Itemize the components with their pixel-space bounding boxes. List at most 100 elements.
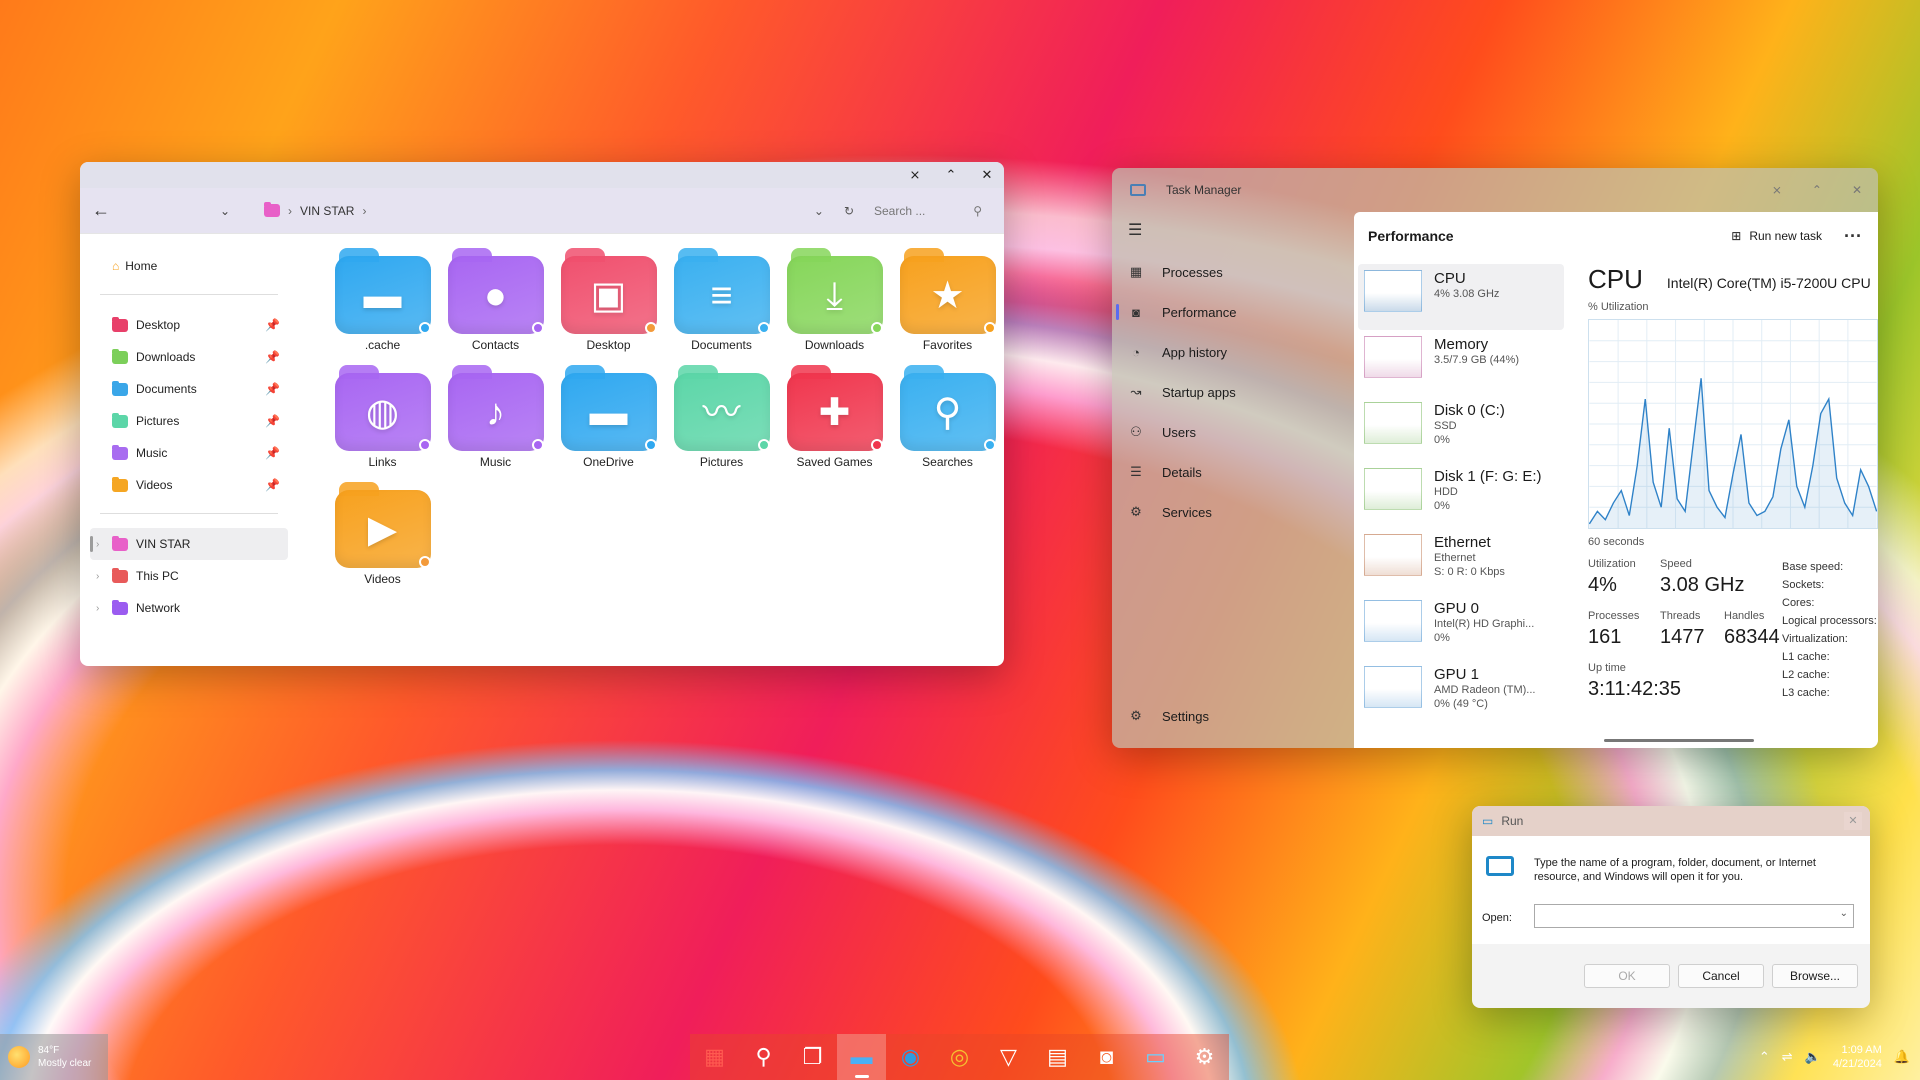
file-explorer-window: ⨯ ⌃ ✕ ← ⌄ › VIN STAR › ⌄ ↻ Search ... ⚲ … [80, 162, 1004, 666]
resource-item[interactable]: Disk 1 (F: G: E:) HDD 0% [1358, 462, 1564, 528]
taskbar-chrome-button[interactable]: ◎ [935, 1034, 984, 1080]
taskbar-edge-button[interactable]: ◉ [886, 1034, 935, 1080]
sidebar-item-app-history[interactable]: ◔ App history [1112, 332, 1354, 372]
weather-description: Mostly clear [38, 1058, 92, 1069]
folder-tile[interactable]: ⤓ Downloads [778, 248, 891, 365]
folder-glyph-icon: ▬ [589, 392, 628, 434]
notification-bell-icon[interactable]: 🔔 [1894, 1049, 1910, 1065]
clock[interactable]: 1:09 AM 4/21/2024 [1833, 1043, 1882, 1071]
search-box[interactable]: Search ... ⚲ [874, 204, 982, 218]
minimize-button[interactable]: ⨯ [908, 168, 922, 182]
sidebar-item-users[interactable]: ⚇ Users [1112, 412, 1354, 452]
folder-tile[interactable]: ♪ Music [439, 365, 552, 482]
back-button[interactable]: ← [92, 200, 120, 221]
taskbar-search-button[interactable]: ⚲ [739, 1034, 788, 1080]
resource-item[interactable]: Disk 0 (C:) SSD 0% [1358, 396, 1564, 462]
sidebar-item-network[interactable]: › Network [90, 592, 288, 624]
resource-item[interactable]: GPU 0 Intel(R) HD Graphi... 0% [1358, 594, 1564, 660]
sidebar-item-processes[interactable]: ▦ Processes [1112, 252, 1354, 292]
sidebar-item-startup-apps[interactable]: ↝ Startup apps [1112, 372, 1354, 412]
history-dropdown[interactable]: ⌄ [120, 204, 240, 218]
breadcrumb[interactable]: › VIN STAR › [240, 202, 814, 218]
hamburger-menu-icon[interactable]: ☰ [1128, 220, 1354, 252]
sidebar-item-details[interactable]: ☰ Details [1112, 452, 1354, 492]
sidebar-item-label: Downloads [136, 350, 196, 364]
folder-tile[interactable]: ◍ Links [326, 365, 439, 482]
address-bar: ← ⌄ › VIN STAR › ⌄ ↻ Search ... ⚲ [80, 188, 1004, 234]
chevron-right-icon[interactable]: › [96, 539, 99, 550]
resource-name: Disk 0 (C:) [1434, 402, 1505, 419]
address-dropdown-button[interactable]: ⌄ [814, 204, 824, 218]
weather-widget[interactable]: 84°F Mostly clear [0, 1034, 108, 1080]
taskbar-settings-button[interactable]: ⚙ [1180, 1034, 1229, 1080]
sidebar-item-downloads[interactable]: Downloads 📌 [90, 341, 288, 373]
sidebar-item-label: Home [125, 259, 158, 273]
sidebar-item-vin-star[interactable]: › VIN STAR [90, 528, 288, 560]
minimize-button[interactable]: ⨯ [1772, 183, 1782, 197]
folder-tile[interactable]: ★ Favorites [891, 248, 1004, 365]
sidebar-item-home[interactable]: ⌂ Home [90, 250, 288, 282]
folder-glyph-icon: ▬ [363, 275, 402, 317]
sidebar-item-documents[interactable]: Documents 📌 [90, 373, 288, 405]
resource-item[interactable]: Ethernet Ethernet S: 0 R: 0 Kbps [1358, 528, 1564, 594]
sidebar-item-desktop[interactable]: Desktop 📌 [90, 309, 288, 341]
folder-tile[interactable]: ▣ Desktop [552, 248, 665, 365]
spec-label: Virtualization: [1782, 633, 1848, 645]
resource-item[interactable]: GPU 1 AMD Radeon (TM)... 0% (49 °C) [1358, 660, 1564, 726]
stat-label: Utilization [1588, 558, 1636, 570]
chevron-right-icon[interactable]: › [96, 603, 99, 614]
sidebar-item-services[interactable]: ⚙ Services [1112, 492, 1354, 532]
folder-tile[interactable]: ⚲ Searches [891, 365, 1004, 482]
close-button[interactable]: ✕ [980, 168, 994, 182]
ok-button[interactable]: OK [1584, 964, 1670, 988]
maximize-button[interactable]: ⌃ [944, 168, 958, 182]
maximize-button[interactable]: ⌃ [1812, 183, 1822, 197]
sidebar-item-music[interactable]: Music 📌 [90, 437, 288, 469]
chevron-right-icon[interactable]: › [96, 571, 99, 582]
run-new-task-button[interactable]: ⊞ Run new task [1731, 229, 1844, 243]
refresh-button[interactable]: ↻ [844, 204, 854, 218]
network-icon[interactable]: ⇌ [1782, 1049, 1793, 1065]
chevron-up-icon[interactable]: ⌃ [1759, 1049, 1770, 1065]
sidebar-item-performance[interactable]: ◙ Performance [1112, 292, 1354, 332]
folder-tile[interactable]: ▬ OneDrive [552, 365, 665, 482]
resource-detail: 0% (49 °C) [1434, 698, 1488, 710]
resource-item[interactable]: Memory 3.5/7.9 GB (44%) [1358, 330, 1564, 396]
open-input[interactable] [1534, 904, 1854, 928]
cancel-button[interactable]: Cancel [1678, 964, 1764, 988]
taskbar-vivaldi-button[interactable]: ▽ [984, 1034, 1033, 1080]
taskbar-task-manager-button[interactable]: ◙ [1082, 1034, 1131, 1080]
taskbar-run-button[interactable]: ▭ [1131, 1034, 1180, 1080]
taskbar-store-button[interactable]: ▤ [1033, 1034, 1082, 1080]
taskbar-task-view-button[interactable]: ❐ [788, 1034, 837, 1080]
folder-tile[interactable]: ● Contacts [439, 248, 552, 365]
volume-icon[interactable]: 🔈 [1805, 1049, 1821, 1065]
folder-tile[interactable]: ✚ Saved Games [778, 365, 891, 482]
browse-button[interactable]: Browse... [1772, 964, 1858, 988]
breadcrumb-item[interactable]: VIN STAR [300, 204, 354, 218]
sidebar-item-label: Processes [1162, 264, 1223, 280]
sidebar-item-videos[interactable]: Videos 📌 [90, 469, 288, 501]
chevron-down-icon[interactable]: ⌄ [1840, 908, 1848, 919]
resource-text: Ethernet Ethernet S: 0 R: 0 Kbps [1434, 534, 1505, 588]
folder-tile[interactable]: 〰 Pictures [665, 365, 778, 482]
sidebar-item-label: Music [136, 446, 168, 460]
close-button[interactable]: ✕ [1852, 183, 1862, 197]
more-options-button[interactable]: ··· [1844, 226, 1878, 247]
sidebar-item-this-pc[interactable]: › This PC [90, 560, 288, 592]
sidebar-item-pictures[interactable]: Pictures 📌 [90, 405, 288, 437]
folder-label: Saved Games [796, 455, 873, 469]
quick-access-list: Desktop 📌 Downloads 📌 Documents 📌 Pictures 📌 Mus… [90, 309, 288, 501]
stat-value: 4% [1588, 574, 1617, 596]
folder-tile[interactable]: ▶ Videos [326, 482, 439, 599]
folder-tile[interactable]: ▬ .cache [326, 248, 439, 365]
resource-item[interactable]: CPU 4% 3.08 GHz [1358, 264, 1564, 330]
sidebar-item-settings[interactable]: ⚙ Settings [1112, 696, 1209, 736]
search-input[interactable]: Search ... [874, 204, 925, 218]
close-button[interactable]: ✕ [1844, 812, 1862, 830]
taskbar-start-button[interactable]: ▦ [690, 1034, 739, 1080]
folder-tile[interactable]: ≡ Documents [665, 248, 778, 365]
resource-name: GPU 0 [1434, 600, 1480, 617]
horizontal-scrollbar[interactable] [1604, 739, 1754, 742]
taskbar-file-explorer-button[interactable]: ▬ [837, 1034, 886, 1080]
